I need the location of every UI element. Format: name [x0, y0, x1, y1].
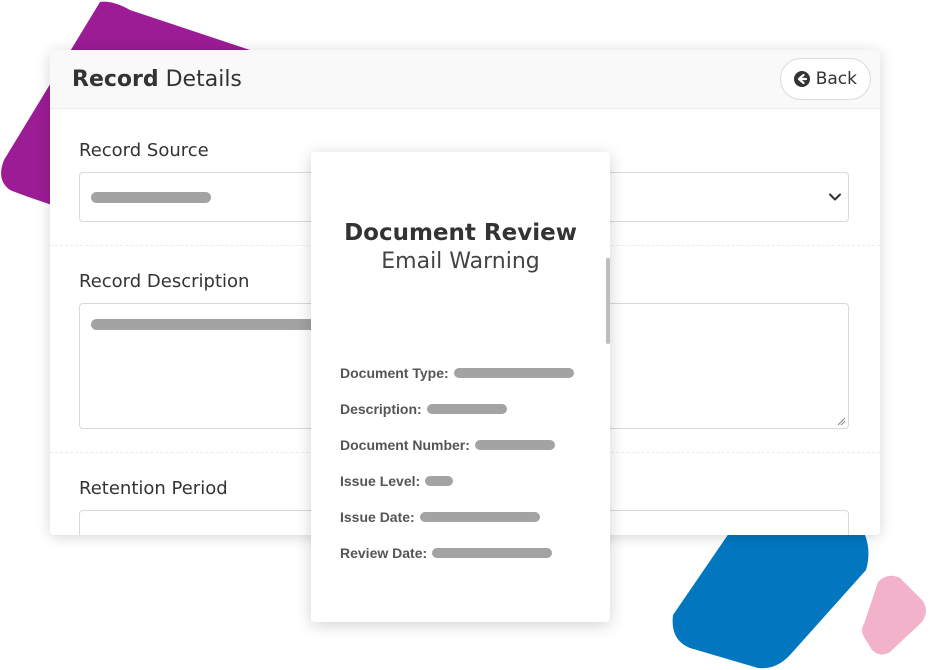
detail-label: Document Type:: [340, 365, 449, 381]
detail-value-placeholder: [474, 440, 555, 450]
record-description-label: Record Description: [79, 271, 250, 292]
retention-period-label: Retention Period: [79, 478, 228, 499]
detail-value-placeholder: [426, 404, 507, 414]
detail-row-document-number: Document Number:: [340, 435, 555, 455]
back-button-label: Back: [815, 69, 857, 89]
pink-decorative-shape: [862, 575, 926, 655]
detail-label: Issue Level:: [340, 473, 421, 489]
detail-value-placeholder: [425, 476, 454, 486]
detail-label: Description:: [340, 401, 422, 417]
detail-label: Issue Date:: [340, 509, 415, 525]
document-review-card: Document Review Email Warning Document T…: [311, 152, 610, 622]
card-scrollbar[interactable]: [606, 258, 610, 344]
page-title-rest: Details: [158, 67, 242, 92]
back-button[interactable]: Back: [779, 58, 871, 100]
record-description-value-placeholder: [91, 319, 316, 330]
panel-header: Record Details Back: [50, 50, 880, 109]
record-source-label: Record Source: [79, 140, 209, 161]
page-title: Record Details: [72, 67, 242, 92]
page-title-bold: Record: [72, 67, 159, 92]
detail-row-document-type: Document Type:: [340, 363, 574, 383]
circle-arrow-left-icon: [793, 71, 810, 87]
detail-value-placeholder: [453, 368, 574, 378]
record-source-value-placeholder: [91, 192, 211, 203]
detail-value-placeholder: [419, 512, 540, 522]
detail-value-placeholder: [432, 548, 553, 558]
card-subtitle: Email Warning: [381, 249, 540, 274]
detail-label: Document Number:: [340, 437, 470, 453]
chevron-down-icon: [829, 193, 841, 201]
detail-row-description: Description:: [340, 399, 507, 419]
detail-row-review-date: Review Date:: [340, 543, 553, 563]
card-title: Document Review: [344, 220, 577, 246]
resize-handle-icon[interactable]: [837, 417, 846, 426]
detail-label: Review Date:: [340, 545, 428, 561]
blue-decorative-shape: [672, 520, 869, 669]
detail-row-issue-date: Issue Date:: [340, 507, 540, 527]
detail-row-issue-level: Issue Level:: [340, 471, 454, 491]
